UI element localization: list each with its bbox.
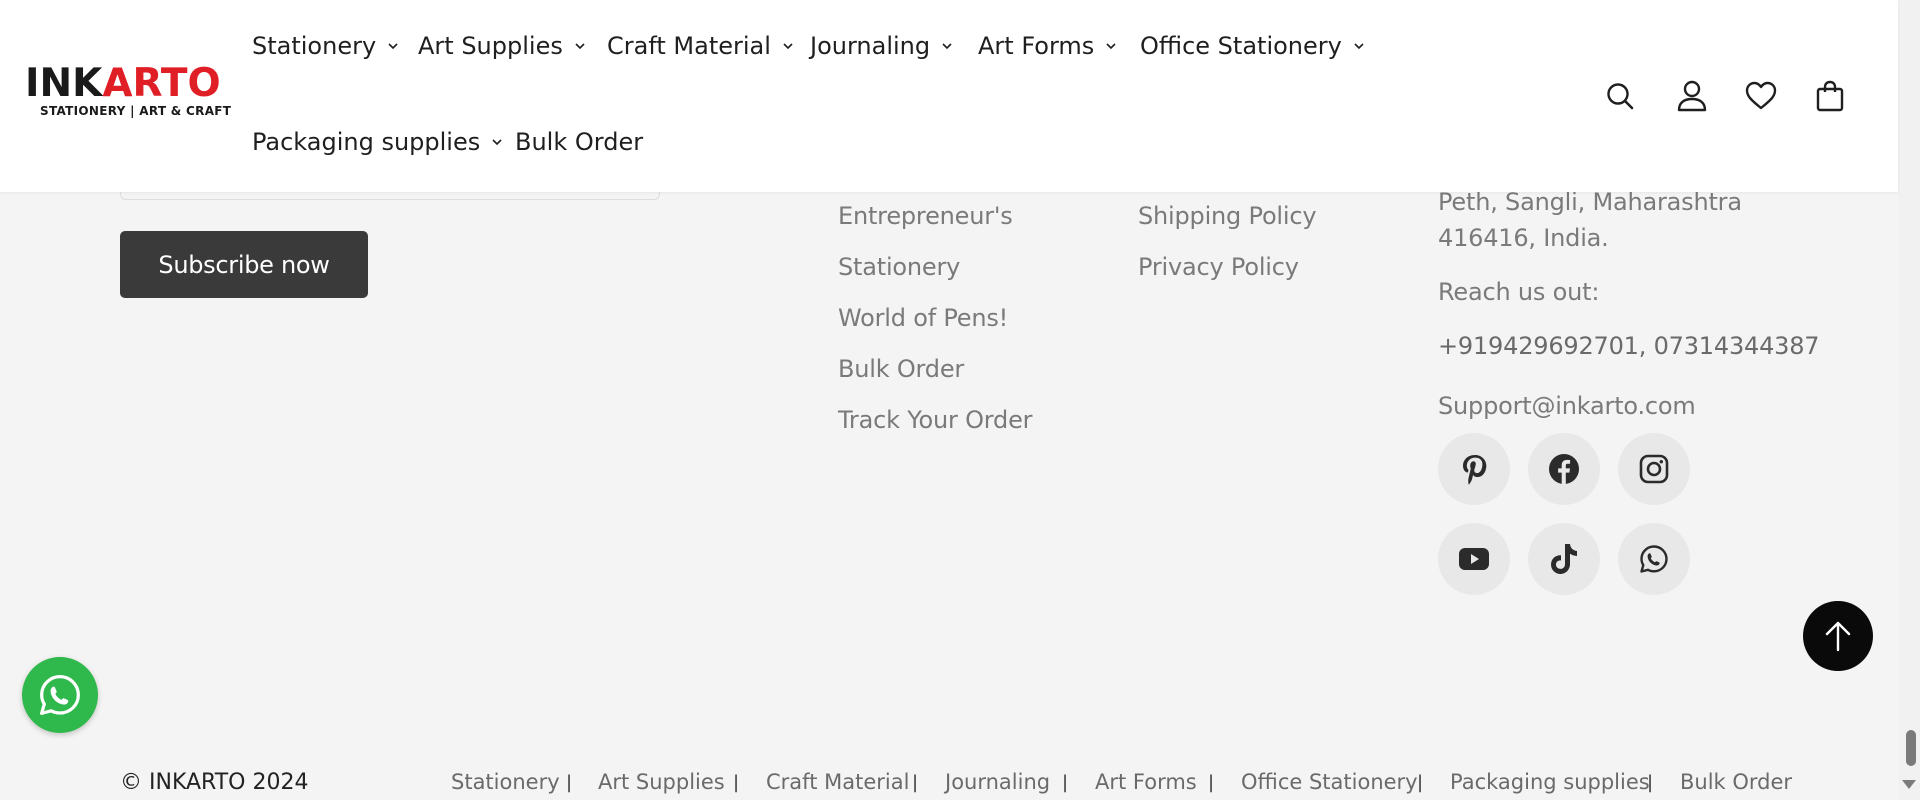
- footer-link-privacy-policy[interactable]: Privacy Policy: [1138, 253, 1299, 281]
- contact-address-line2: 416416, India.: [1438, 224, 1609, 252]
- youtube-icon[interactable]: [1438, 523, 1510, 595]
- contact-address-line1: Peth, Sangli, Maharashtra: [1438, 188, 1742, 216]
- separator: |: [1062, 772, 1069, 793]
- scroll-down-arrow-icon[interactable]: [1902, 780, 1916, 789]
- separator: |: [1417, 772, 1424, 793]
- separator: |: [733, 772, 740, 793]
- footer-link-world-of-pens[interactable]: World of Pens!: [838, 304, 1008, 332]
- facebook-icon[interactable]: [1528, 433, 1600, 505]
- chevron-down-icon: [1106, 43, 1116, 50]
- footer-link-shipping-policy[interactable]: Shipping Policy: [1138, 202, 1317, 230]
- back-to-top-button[interactable]: [1803, 601, 1873, 671]
- nav-craft-material[interactable]: Craft Material: [607, 32, 793, 60]
- chevron-down-icon: [1354, 43, 1364, 50]
- wishlist-heart-icon[interactable]: [1743, 78, 1779, 114]
- nav-packaging-supplies[interactable]: Packaging supplies: [252, 128, 502, 156]
- bottom-link-art-forms[interactable]: Art Forms: [1095, 770, 1197, 794]
- contact-phones[interactable]: +919429692701, 07314344387: [1438, 332, 1820, 360]
- cart-bag-icon[interactable]: [1812, 78, 1848, 114]
- separator: |: [912, 772, 919, 793]
- nav-art-supplies[interactable]: Art Supplies: [418, 32, 585, 60]
- subscribe-button[interactable]: Subscribe now: [120, 231, 368, 298]
- instagram-icon[interactable]: [1618, 433, 1690, 505]
- footer-link-bulk-order[interactable]: Bulk Order: [838, 355, 964, 383]
- site-logo[interactable]: INKARTO STATIONERY | ART & CRAFT: [25, 61, 232, 122]
- scrollbar-thumb[interactable]: [1906, 730, 1916, 766]
- bottom-link-art-supplies[interactable]: Art Supplies: [598, 770, 725, 794]
- search-icon[interactable]: [1602, 78, 1638, 114]
- footer-link-stationery[interactable]: Stationery: [838, 253, 960, 281]
- chevron-down-icon: [492, 139, 502, 146]
- bottom-link-bulk-order[interactable]: Bulk Order: [1680, 770, 1792, 794]
- vertical-scrollbar[interactable]: [1898, 0, 1920, 800]
- nav-journaling[interactable]: Journaling: [810, 32, 952, 60]
- logo-wordmark: INKARTO: [25, 61, 221, 106]
- whatsapp-chat-button[interactable]: [22, 657, 98, 733]
- separator: |: [1647, 772, 1654, 793]
- contact-email[interactable]: Support@inkarto.com: [1438, 392, 1696, 420]
- nav-art-forms[interactable]: Art Forms: [978, 32, 1116, 60]
- chevron-down-icon: [575, 43, 585, 50]
- nav-office-stationery[interactable]: Office Stationery: [1140, 32, 1364, 60]
- pinterest-icon[interactable]: [1438, 433, 1510, 505]
- logo-tagline: STATIONERY | ART & CRAFT: [40, 104, 232, 118]
- nav-bulk-order[interactable]: Bulk Order: [515, 128, 643, 156]
- footer-link-track-order[interactable]: Track Your Order: [838, 406, 1032, 434]
- chevron-down-icon: [783, 43, 793, 50]
- separator: |: [566, 772, 573, 793]
- site-header: INKARTO STATIONERY | ART & CRAFT Station…: [0, 0, 1898, 192]
- separator: |: [1208, 772, 1215, 793]
- whatsapp-icon: [40, 675, 80, 715]
- copyright-text: © INKARTO 2024: [120, 770, 309, 795]
- chevron-down-icon: [942, 43, 952, 50]
- tiktok-icon[interactable]: [1528, 523, 1600, 595]
- bottom-link-stationery[interactable]: Stationery: [451, 770, 560, 794]
- account-icon[interactable]: [1674, 78, 1710, 114]
- contact-reach-label: Reach us out:: [1438, 278, 1600, 306]
- chevron-down-icon: [388, 43, 398, 50]
- bottom-link-office-stationery[interactable]: Office Stationery: [1241, 770, 1418, 794]
- nav-stationery[interactable]: Stationery: [252, 32, 398, 60]
- arrow-up-icon: [1825, 621, 1851, 652]
- bottom-link-journaling[interactable]: Journaling: [945, 770, 1050, 794]
- bottom-link-craft-material[interactable]: Craft Material: [766, 770, 909, 794]
- footer-link-entrepreneurs[interactable]: Entrepreneur's: [838, 202, 1013, 230]
- whatsapp-icon[interactable]: [1618, 523, 1690, 595]
- bottom-link-packaging-supplies[interactable]: Packaging supplies: [1450, 770, 1650, 794]
